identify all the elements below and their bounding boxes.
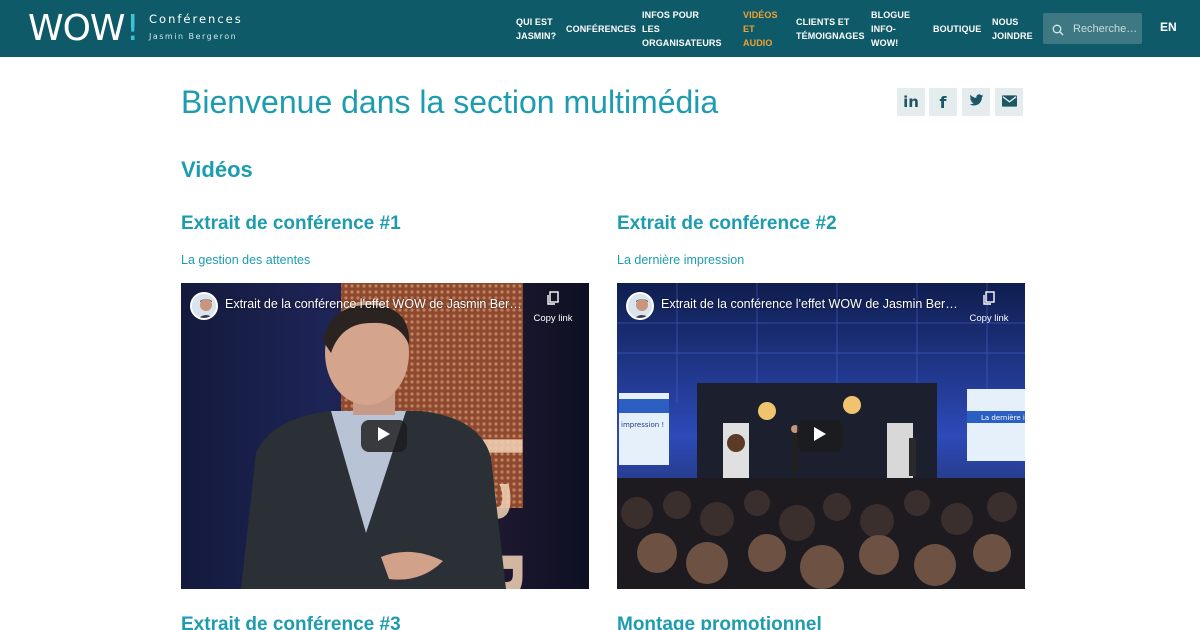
nav-infos-organisateurs[interactable]: INFOS POUR LES ORGANISATEURS [642, 0, 722, 57]
linkedin-share-button[interactable]: in [897, 88, 925, 116]
nav-boutique[interactable]: BOUTIQUE [933, 0, 981, 57]
linkedin-icon: in [903, 93, 919, 111]
nav-label: NOUS JOINDRE [992, 16, 1033, 41]
channel-avatar[interactable] [626, 292, 654, 320]
nav-label: BOUTIQUE [933, 23, 982, 34]
copy-link-label: Copy link [969, 313, 1009, 324]
logo-line-conferences: Conférences [149, 12, 243, 26]
search-input[interactable] [1073, 22, 1143, 35]
nav-label: QUI EST JASMIN? [516, 16, 557, 41]
channel-avatar[interactable] [190, 292, 218, 320]
language-switch[interactable]: EN [1160, 20, 1177, 34]
nav-label: VIDÉOS ET AUDIO [743, 9, 778, 48]
video-2-player-title[interactable]: Extrait de la conférence l'effet WOW de … [661, 297, 961, 311]
logo-line-name: Jasmin Bergeron [149, 32, 238, 41]
nav-label: INFOS POUR LES ORGANISATEURS [642, 9, 722, 48]
nav-blogue[interactable]: BLOGUE INFO-WOW! [871, 0, 910, 57]
video-1-player-title[interactable]: Extrait de la conférence l'effet WOW de … [225, 297, 525, 311]
video-1-subtitle: La gestion des attentes [181, 253, 311, 267]
facebook-share-button[interactable]: f [929, 88, 957, 116]
nav-label: BLOGUE INFO-WOW! [871, 9, 911, 48]
play-button[interactable] [797, 420, 843, 452]
nav-label: CONFÉRENCES [566, 23, 637, 34]
video-1-title: Extrait de conférence #1 [181, 213, 401, 234]
email-share-button[interactable] [995, 88, 1023, 116]
section-title-videos: Vidéos [181, 157, 253, 182]
twitter-icon [969, 93, 984, 111]
email-icon [1001, 94, 1017, 111]
nav-videos-audio[interactable]: VIDÉOS ET AUDIO [743, 0, 778, 57]
play-button[interactable] [361, 420, 407, 452]
play-icon [813, 426, 827, 447]
play-icon [377, 426, 391, 447]
video-player-2[interactable]: impression ! La dernière i Extrait de la [617, 283, 1025, 589]
search-box[interactable] [1043, 13, 1143, 44]
facebook-icon: f [939, 92, 947, 112]
site-logo[interactable]: WOW ! Conférences Jasmin Bergeron [28, 8, 241, 49]
svg-text:impression !: impression ! [621, 421, 664, 429]
copy-icon [546, 291, 560, 309]
video-player-1[interactable]: La R Extrait de la conférence l'effet WO… [181, 283, 589, 589]
site-header: WOW ! Conférences Jasmin Bergeron QUI ES… [0, 0, 1200, 57]
logo-wordmark: WOW [28, 8, 126, 49]
nav-qui-est-jasmin[interactable]: QUI EST JASMIN? [516, 0, 556, 57]
nav-conferences[interactable]: CONFÉRENCES [566, 0, 636, 57]
nav-label: CLIENTS ET TÉMOIGNAGES [796, 16, 865, 41]
video-4-title: Montage promotionnel [617, 614, 822, 630]
copy-link-button[interactable]: Copy link [966, 291, 1012, 324]
copy-icon [982, 291, 996, 309]
twitter-share-button[interactable] [962, 88, 990, 116]
logo-subtitle: Conférences Jasmin Bergeron [149, 12, 249, 41]
copy-link-button[interactable]: Copy link [530, 291, 576, 324]
video-2-title: Extrait de conférence #2 [617, 213, 837, 234]
svg-text:La dernière i: La dernière i [981, 414, 1025, 422]
nav-clients-temoignages[interactable]: CLIENTS ET TÉMOIGNAGES [796, 0, 865, 57]
page-title: Bienvenue dans la section multimédia [181, 84, 719, 120]
video-2-subtitle: La dernière impression [617, 253, 745, 267]
nav-nous-joindre[interactable]: NOUS JOINDRE [992, 0, 1033, 57]
search-icon [1052, 23, 1064, 35]
copy-link-label: Copy link [533, 313, 573, 324]
video-3-title: Extrait de conférence #3 [181, 614, 401, 630]
logo-exclamation: ! [125, 8, 140, 49]
